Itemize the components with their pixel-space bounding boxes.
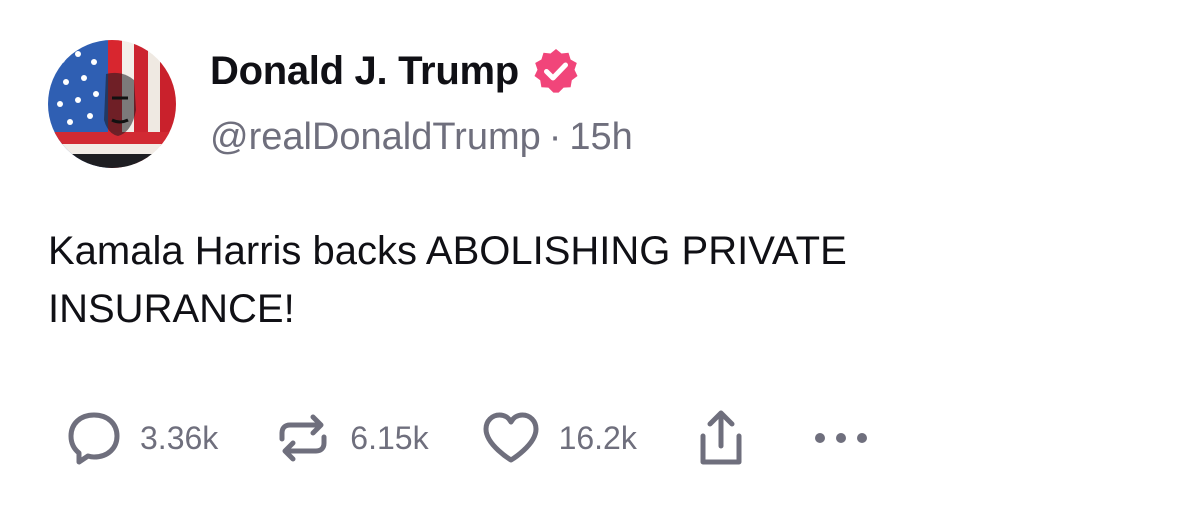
- reply-count: 3.36k: [140, 419, 219, 456]
- like-count: 16.2k: [558, 419, 637, 456]
- reply-icon: [66, 409, 122, 467]
- more-icon: [811, 428, 871, 448]
- author-name-row: Donald J. Trump: [210, 46, 581, 96]
- post-text: Kamala Harris backs ABOLISHING PRIVATE I…: [48, 229, 847, 331]
- separator-dot: ·: [548, 116, 562, 158]
- avatar[interactable]: [48, 40, 176, 168]
- share-button[interactable]: [693, 408, 749, 468]
- more-options-button[interactable]: [811, 428, 871, 448]
- repost-button[interactable]: 6.15k: [274, 409, 429, 467]
- share-icon: [693, 408, 749, 468]
- timestamp[interactable]: 15h: [569, 116, 632, 158]
- post-card: Donald J. Trump @realDonaldTrump · 15h Kam…: [0, 0, 1179, 528]
- reply-button[interactable]: 3.36k: [66, 409, 218, 467]
- repost-icon: [274, 409, 332, 467]
- handle-row: @realDonaldTrump · 15h: [210, 116, 633, 159]
- verified-badge-icon: [531, 46, 581, 96]
- action-bar: 3.36k 6.15k 16.2k: [66, 408, 871, 468]
- repost-count: 6.15k: [350, 419, 429, 456]
- display-name[interactable]: Donald J. Trump: [210, 49, 519, 94]
- author-handle[interactable]: @realDonaldTrump: [210, 116, 541, 158]
- heart-icon: [481, 410, 541, 466]
- like-button[interactable]: 16.2k: [481, 410, 637, 466]
